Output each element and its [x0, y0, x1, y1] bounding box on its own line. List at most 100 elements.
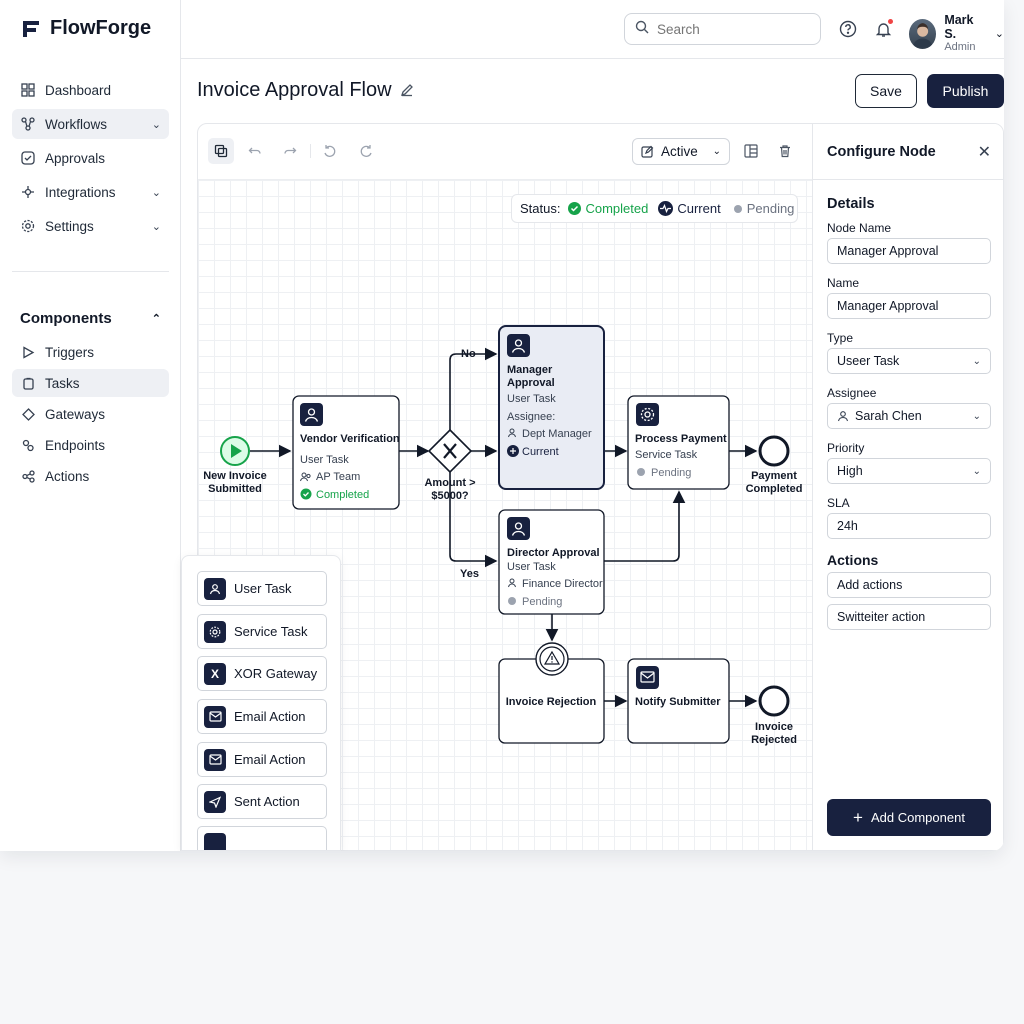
end-event-rejected[interactable] [758, 685, 790, 717]
nav-item-dashboard[interactable]: Dashboard [12, 75, 169, 105]
edge-director-payment [604, 490, 686, 562]
node-name-field[interactable]: Manager Approval [827, 238, 991, 264]
components-section-toggle[interactable]: Components ⌃ [20, 310, 161, 327]
sla-value: 24h [837, 519, 858, 533]
nav-item-workflows[interactable]: Workflows ⌄ [12, 109, 169, 139]
action-field[interactable]: Switteiter action [827, 604, 991, 630]
start-label-line1: New Invoice [203, 470, 267, 482]
type-select[interactable]: Useer Task ⌄ [827, 348, 991, 374]
component-item-gateways[interactable]: Gateways [12, 400, 169, 428]
palette-label: Sent Action [234, 794, 300, 809]
priority-value: High [837, 464, 863, 478]
circles-icon [20, 437, 36, 453]
search-input[interactable] [657, 21, 807, 37]
status-legend: Status: Completed Current Pending [511, 194, 798, 223]
end-event-payment[interactable] [758, 435, 790, 467]
palette-item-partial[interactable] [197, 826, 327, 850]
nav-label: Integrations [45, 184, 116, 200]
component-item-endpoints[interactable]: Endpoints [12, 431, 169, 459]
avatar [909, 18, 937, 49]
main-nav: Dashboard Workflows ⌄ Approvals Integrat… [12, 75, 169, 245]
check-circle-icon [568, 202, 582, 215]
play-icon [20, 344, 36, 360]
actions-heading: Actions [827, 552, 879, 568]
start-event[interactable] [220, 436, 250, 466]
vendor-assignee: AP Team [316, 471, 360, 483]
redo-button[interactable] [277, 138, 303, 164]
panel-title: Configure Node [827, 143, 936, 160]
palette-item-sent-action[interactable]: Sent Action [197, 784, 327, 819]
node-name-label: Node Name [827, 221, 892, 235]
xor-gateway[interactable] [427, 428, 473, 474]
manager-assignee-label: Assignee: [507, 411, 555, 423]
manager-title-line2: Approval [507, 377, 555, 389]
component-item-tasks[interactable]: Tasks [12, 369, 169, 397]
undo-button[interactable] [242, 138, 268, 164]
gateway-label-line2: $5000? [431, 490, 469, 502]
node-manager-approval[interactable] [498, 325, 605, 490]
nav-item-approvals[interactable]: Approvals [12, 143, 169, 173]
palette-item-user-task[interactable]: User Task [197, 571, 327, 606]
type-value: Useer Task [837, 354, 900, 368]
delete-button[interactable] [772, 138, 798, 164]
director-type: User Task [507, 561, 556, 573]
save-button[interactable]: Save [855, 74, 917, 108]
app-window: FlowForge Dashboard Workflows ⌄ Approval… [0, 0, 1004, 851]
priority-select[interactable]: High ⌄ [827, 458, 991, 484]
configure-node-panel: Configure Node ✕ Details Node Name Manag… [812, 124, 1003, 850]
manager-type: User Task [507, 393, 556, 405]
assignee-select[interactable]: Sarah Chen ⌄ [827, 403, 991, 429]
components-heading: Components [20, 310, 112, 327]
palette-item-email-action-2[interactable]: Email Action [197, 742, 327, 777]
nav-item-settings[interactable]: Settings ⌄ [12, 211, 169, 241]
gateway-yes-label: Yes [460, 568, 479, 580]
component-label: Gateways [45, 406, 106, 422]
palette-item-service-task[interactable]: Service Task [197, 614, 327, 649]
page-title: Invoice Approval Flow [197, 79, 392, 101]
name-value: Manager Approval [837, 299, 939, 313]
undo-icon [248, 147, 261, 154]
x-icon: X [204, 662, 226, 685]
palette-item-xor-gateway[interactable]: X XOR Gateway [197, 656, 327, 691]
brand-logo[interactable]: FlowForge [20, 17, 151, 40]
add-actions-field[interactable]: Add actions [827, 572, 991, 598]
legend-label: Status: [520, 201, 561, 216]
pending-dot-icon [637, 468, 645, 476]
rotate-left-button[interactable] [317, 138, 343, 164]
sidebar: FlowForge Dashboard Workflows ⌄ Approval… [0, 0, 181, 851]
node-invoice-rejection[interactable] [498, 642, 605, 744]
nav-item-integrations[interactable]: Integrations ⌄ [12, 177, 169, 207]
user-icon [204, 577, 226, 600]
name-field[interactable]: Manager Approval [827, 293, 991, 319]
pencil-icon[interactable] [400, 83, 416, 99]
rotate-right-button[interactable] [352, 138, 378, 164]
component-item-triggers[interactable]: Triggers [12, 338, 169, 366]
search-box[interactable] [624, 13, 821, 45]
copy-button[interactable] [208, 138, 234, 164]
layout-button[interactable] [738, 138, 764, 164]
mail-icon [204, 705, 226, 728]
legend-current-label: Current [677, 201, 721, 216]
mail-icon [204, 748, 226, 771]
manager-assignee: Dept Manager [522, 428, 592, 440]
type-label: Type [827, 331, 854, 345]
payment-type: Service Task [635, 449, 698, 461]
notification-dot [888, 19, 893, 24]
rotate-left-icon [323, 144, 335, 157]
sla-field[interactable]: 24h [827, 513, 991, 539]
add-component-button[interactable]: + Add Component [827, 799, 991, 836]
share-icon [20, 468, 36, 484]
palette-item-email-action[interactable]: Email Action [197, 699, 327, 734]
manager-status: Current [522, 446, 559, 458]
bell-icon[interactable] [873, 19, 893, 39]
user-menu[interactable]: Mark S. Admin ⌄ [909, 13, 1004, 54]
component-item-actions[interactable]: Actions [12, 462, 169, 490]
palette-label: Service Task [234, 624, 308, 639]
name-label: Name [827, 276, 860, 290]
user-role: Admin [944, 41, 976, 53]
status-filter-dropdown[interactable]: Active ⌄ [632, 138, 730, 165]
close-icon[interactable]: ✕ [978, 142, 991, 162]
details-heading: Details [827, 196, 875, 212]
publish-button[interactable]: Publish [927, 74, 1004, 108]
help-icon[interactable] [838, 19, 858, 39]
